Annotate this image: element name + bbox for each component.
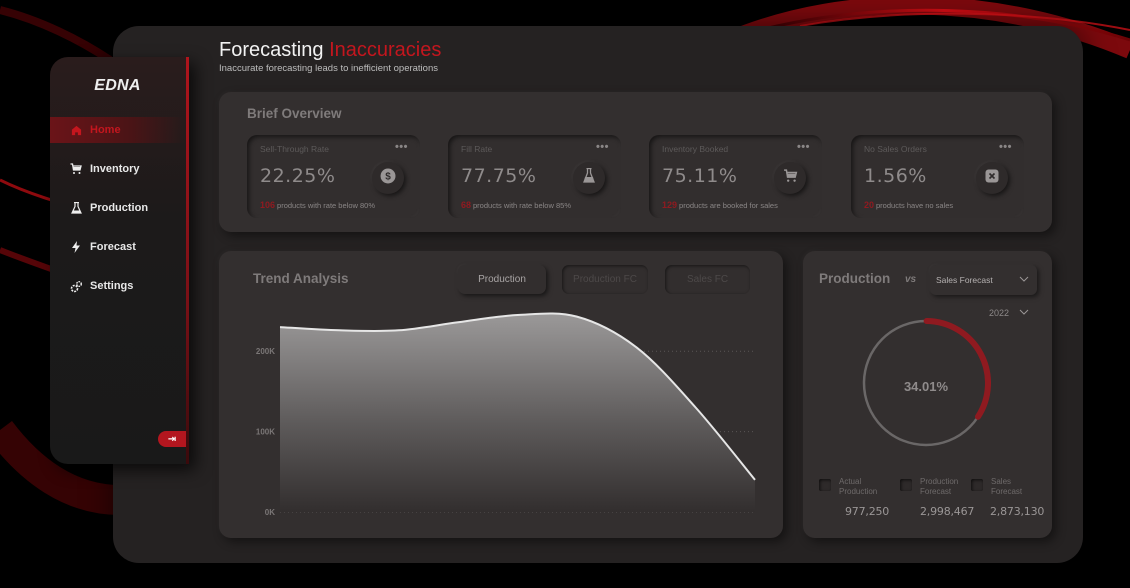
sidebar-item-label: Production [90, 202, 149, 214]
flask-icon [69, 201, 83, 215]
kpi-card-fill-rate: Fill Rate ••• 77.75% 68 products with rat… [448, 135, 621, 218]
kpi-label: Sell-Through Rate [260, 144, 329, 154]
flask-icon [583, 167, 595, 188]
compare-select-value: Sales Forecast [936, 275, 993, 285]
kpi-foot-text: products have no sales [876, 201, 954, 210]
svg-text:$: $ [385, 171, 391, 182]
kpi-label: Fill Rate [461, 144, 493, 154]
vs-label: vs [905, 274, 917, 285]
more-menu-button[interactable]: ••• [596, 141, 609, 153]
trend-chart: 0K 100K 200K [256, 312, 756, 517]
kpi-footnote: 20 products have no sales [864, 200, 953, 210]
sidebar-item-label: Inventory [90, 163, 140, 175]
legend-line2: Production [839, 487, 878, 496]
chevron-down-icon [1019, 274, 1029, 286]
legend-value-production-forecast: 2,998,467 [920, 505, 975, 518]
sidebar-item-forecast[interactable]: Forecast [50, 234, 185, 260]
production-vs-card: Production vs Sales Forecast 2022 34.01%… [803, 251, 1052, 538]
year-select-value: 2022 [989, 308, 1010, 318]
page-title-main: Forecasting [219, 39, 324, 61]
kpi-value: 77.75% [461, 165, 537, 187]
home-icon [69, 123, 83, 137]
kpi-card-sell-through: Sell-Through Rate ••• 22.25% $ 106 produc… [247, 135, 420, 218]
trend-analysis-card: Trend Analysis Production Production FC … [219, 251, 783, 538]
legend-value-actual-production: 977,250 [845, 505, 890, 518]
kpi-value: 1.56% [864, 165, 927, 187]
kpi-icon-button [774, 162, 806, 194]
kpi-icon-button: $ [372, 162, 404, 194]
kpi-icon-button [573, 162, 605, 194]
legend-line2: Forecast [920, 487, 952, 496]
year-select[interactable]: 2022 [989, 307, 1029, 319]
close-box-icon [985, 169, 999, 188]
sidebar-item-label: Settings [90, 280, 134, 292]
page-subtitle: Inaccurate forecasting leads to ineffici… [219, 63, 438, 74]
sidebar-item-inventory[interactable]: Inventory [50, 156, 185, 182]
brand-logo: EDNA [94, 77, 141, 94]
kpi-count: 20 [864, 200, 875, 210]
legend-label: Sales Forecast [991, 477, 1022, 497]
legend-line1: Actual [839, 477, 862, 486]
y-tick-label: 200K [256, 347, 275, 356]
sidebar-nav: Home Inventory Production Forecast Setti… [50, 117, 185, 312]
kpi-footnote: 106 products with rate below 80% [260, 200, 375, 210]
legend-checkbox[interactable] [971, 479, 983, 491]
legend-checkbox[interactable] [819, 479, 831, 491]
kpi-foot-text: products with rate below 85% [473, 201, 571, 210]
logout-button[interactable]: ⇥ [158, 431, 186, 447]
kpi-card-no-sales-orders: No Sales Orders ••• 1.56% 20 products hav… [851, 135, 1024, 218]
legend-line1: Sales [991, 477, 1012, 486]
kpi-count: 68 [461, 200, 472, 210]
kpi-count: 129 [662, 200, 678, 210]
donut-percent-label: 34.01% [903, 379, 949, 394]
sidebar-item-settings[interactable]: Settings [50, 273, 185, 299]
kpi-footnote: 68 products with rate below 85% [461, 200, 571, 210]
sidebar-item-production[interactable]: Production [50, 195, 185, 221]
sidebar-item-label: Home [90, 124, 121, 136]
gear-icon [69, 279, 83, 293]
bolt-icon [69, 240, 83, 254]
legend-checkbox[interactable] [900, 479, 912, 491]
y-tick-label: 0K [265, 508, 275, 517]
y-tick-label: 100K [256, 428, 275, 437]
kpi-value: 22.25% [260, 165, 336, 187]
sidebar-item-home[interactable]: Home [50, 117, 185, 143]
kpi-card-inventory-booked: Inventory Booked ••• 75.11% 129 products … [649, 135, 822, 218]
legend-value-sales-forecast: 2,873,130 [990, 505, 1045, 518]
compare-select[interactable]: Sales Forecast [930, 265, 1037, 295]
page-header: Forecasting Inaccuracies Inaccurate fore… [219, 39, 441, 74]
kpi-foot-text: products are booked for sales [679, 201, 778, 210]
page-title-accent: Inaccuracies [329, 39, 442, 61]
kpi-label: Inventory Booked [662, 144, 729, 154]
kpi-footnote: 129 products are booked for sales [662, 200, 778, 210]
legend-line1: Production [920, 477, 959, 486]
kpi-label: No Sales Orders [864, 144, 927, 154]
legend-line2: Forecast [991, 487, 1023, 496]
more-menu-button[interactable]: ••• [999, 141, 1012, 153]
donut-progress-arc [923, 318, 991, 420]
brief-overview-card: Brief Overview Sell-Through Rate ••• 22.… [219, 92, 1052, 232]
kpi-value: 75.11% [662, 165, 738, 187]
dollar-icon: $ [380, 168, 396, 189]
brief-overview-title: Brief Overview [247, 106, 342, 121]
page-title: Forecasting Inaccuracies [219, 39, 441, 62]
production-vs-title: Production [819, 271, 891, 286]
cart-icon [783, 168, 798, 188]
logout-icon: ⇥ [167, 433, 177, 445]
cart-icon [69, 162, 83, 176]
legend-label: Production Forecast [920, 477, 958, 497]
sidebar-item-label: Forecast [90, 241, 136, 253]
more-menu-button[interactable]: ••• [797, 141, 810, 153]
kpi-foot-text: products with rate below 80% [277, 201, 375, 210]
kpi-icon-button [976, 162, 1008, 194]
kpi-count: 106 [260, 200, 276, 210]
chart-area-production [280, 313, 755, 512]
chevron-down-icon [1019, 307, 1029, 319]
more-menu-button[interactable]: ••• [395, 141, 408, 153]
legend-label: Actual Production [839, 477, 877, 497]
sidebar: EDNA Home Inventory Production Forecast [50, 57, 189, 464]
